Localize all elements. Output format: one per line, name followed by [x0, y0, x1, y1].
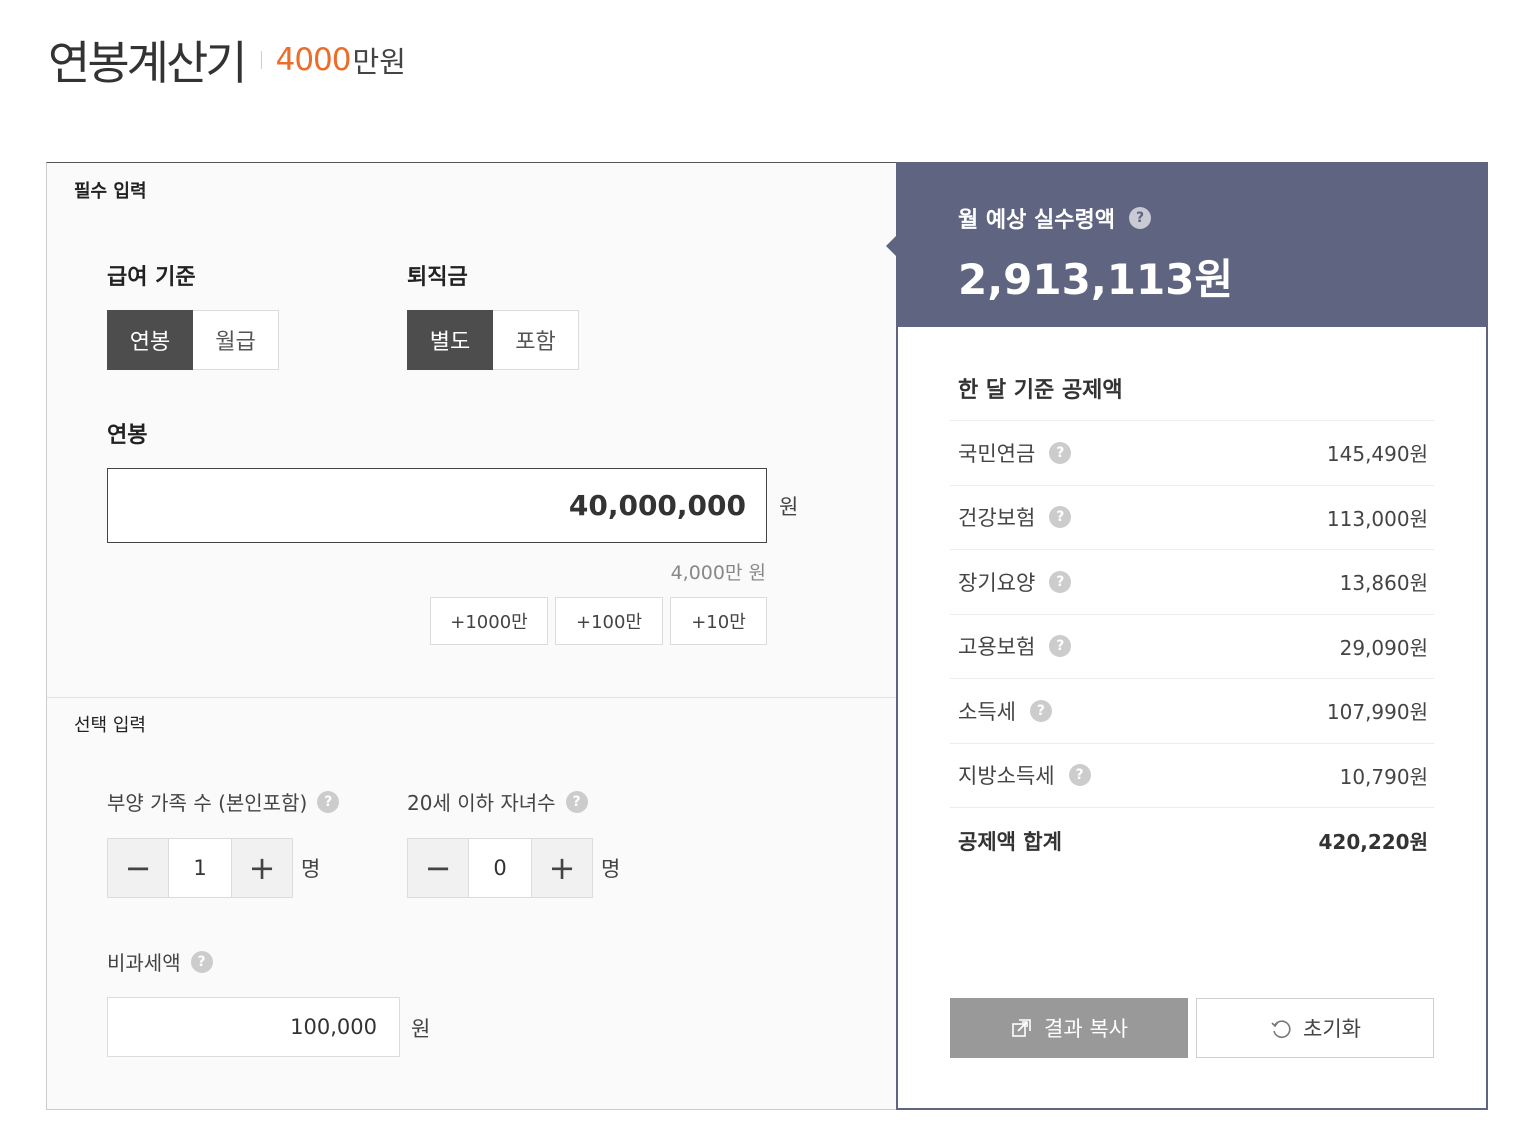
- deduction-name-text: 장기요양: [958, 570, 1036, 595]
- help-icon[interactable]: ?: [1068, 764, 1091, 787]
- page-title: 연봉계산기: [48, 36, 248, 90]
- result-pointer: [886, 234, 898, 258]
- deduction-amount: 10,790원: [1339, 764, 1428, 789]
- deduction-amount: 113,000원: [1326, 506, 1428, 531]
- deduction-name-text: 소득세: [958, 699, 1016, 724]
- help-icon[interactable]: ?: [1029, 699, 1052, 722]
- deduction-row-health: 건강보험 ? 113,000원: [950, 484, 1434, 550]
- deduction-row-longterm-care: 장기요양 ? 13,860원: [950, 549, 1434, 614]
- dependents-label-text: 부양 가족 수 (본인포함): [107, 791, 308, 815]
- deduction-amount: 107,990원: [1326, 700, 1428, 725]
- deduction-name: 건강보험 ?: [958, 502, 1072, 532]
- reset-button[interactable]: 초기화: [1196, 998, 1434, 1058]
- salary-unit: 원: [779, 495, 799, 519]
- nontax-unit: 원: [411, 1017, 431, 1041]
- deduction-amount: 13,860원: [1339, 571, 1428, 596]
- dependents-plus-button[interactable]: +: [232, 839, 292, 897]
- pay-basis-toggle: 연봉 월급: [107, 310, 279, 370]
- dependents-value[interactable]: 1: [168, 839, 232, 897]
- title-divider: [260, 51, 262, 69]
- children-plus-button[interactable]: +: [532, 839, 592, 897]
- children-label-text: 20세 이하 자녀수: [407, 791, 556, 815]
- reset-icon: [1271, 1020, 1291, 1038]
- add-1m-button[interactable]: +100만: [555, 597, 663, 645]
- required-section-title: 필수 입력: [74, 181, 147, 202]
- copy-result-label: 결과 복사: [1044, 1017, 1128, 1041]
- copy-result-button[interactable]: 결과 복사: [950, 998, 1188, 1058]
- help-icon[interactable]: ?: [1049, 570, 1072, 593]
- deduction-amount: 29,090원: [1339, 635, 1428, 660]
- deduction-name: 소득세 ?: [958, 696, 1052, 726]
- help-icon[interactable]: ?: [190, 950, 213, 973]
- nontax-label: 비과세액 ?: [107, 947, 213, 976]
- dependents-unit: 명: [301, 857, 321, 881]
- children-minus-button[interactable]: −: [408, 839, 468, 897]
- reset-label: 초기화: [1303, 1017, 1361, 1041]
- deduction-row-total: 공제액 합계 420,220원: [950, 807, 1434, 873]
- input-panel: 필수 입력 급여 기준 연봉 월급 퇴직금 별도 포함 연봉 40,000,00…: [46, 162, 897, 1110]
- children-label: 20세 이하 자녀수 ?: [407, 787, 588, 816]
- add-10m-button[interactable]: +1000만: [430, 597, 548, 645]
- deduction-title: 한 달 기준 공제액: [958, 378, 1123, 403]
- deduction-total-label: 공제액 합계: [958, 829, 1062, 854]
- optional-section-title: 선택 입력: [74, 715, 146, 736]
- severance-included-button[interactable]: 포함: [493, 310, 579, 370]
- result-header: 월 예상 실수령액 ? 2,913,113원: [886, 164, 1486, 327]
- deduction-name: 지방소득세 ?: [958, 760, 1091, 790]
- help-icon[interactable]: ?: [1129, 207, 1151, 229]
- pay-basis-annual-button[interactable]: 연봉: [107, 310, 193, 370]
- pay-basis-monthly-button[interactable]: 월급: [193, 310, 279, 370]
- deduction-total-amount: 420,220원: [1318, 830, 1429, 854]
- help-icon[interactable]: ?: [565, 790, 588, 813]
- monthly-net-value: 2,913,113원: [958, 255, 1234, 304]
- section-divider: [47, 697, 897, 698]
- deduction-name: 국민연금 ?: [958, 438, 1072, 468]
- deduction-name: 장기요양 ?: [958, 567, 1072, 597]
- deduction-row-local-tax: 지방소득세 ? 10,790원: [950, 742, 1434, 808]
- deduction-amount: 145,490원: [1326, 442, 1428, 467]
- monthly-net-label-text: 월 예상 실수령액: [958, 208, 1115, 233]
- title-amount: 4000: [275, 42, 352, 78]
- help-icon[interactable]: ?: [317, 790, 340, 813]
- monthly-net-label: 월 예상 실수령액 ?: [958, 202, 1151, 234]
- dependents-minus-button[interactable]: −: [108, 839, 168, 897]
- help-icon[interactable]: ?: [1049, 635, 1072, 658]
- deduction-row-income-tax: 소득세 ? 107,990원: [950, 678, 1434, 743]
- children-stepper: − 0 +: [407, 838, 593, 898]
- salary-label: 연봉: [107, 423, 148, 448]
- deduction-name-text: 고용보험: [958, 635, 1036, 660]
- help-icon[interactable]: ?: [1049, 506, 1072, 529]
- result-panel: 월 예상 실수령액 ? 2,913,113원 한 달 기준 공제액 국민연금 ?…: [886, 162, 1488, 1110]
- help-icon[interactable]: ?: [1049, 441, 1072, 464]
- page-header: 연봉계산기 4000 만원: [48, 30, 406, 90]
- nontax-input[interactable]: 100,000: [107, 997, 400, 1057]
- children-value[interactable]: 0: [468, 839, 532, 897]
- severance-label: 퇴직금: [407, 265, 468, 290]
- add-100k-button[interactable]: +10만: [670, 597, 767, 645]
- deduction-name-text: 지방소득세: [958, 764, 1055, 789]
- severance-toggle: 별도 포함: [407, 310, 579, 370]
- severance-separate-button[interactable]: 별도: [407, 310, 493, 370]
- dependents-stepper: − 1 +: [107, 838, 293, 898]
- result-actions: 결과 복사 초기화: [950, 998, 1434, 1058]
- title-unit: 만원: [352, 45, 406, 79]
- deduction-row-employment: 고용보험 ? 29,090원: [950, 613, 1434, 679]
- deduction-name: 고용보험 ?: [958, 631, 1072, 661]
- copy-icon: [1012, 1019, 1031, 1037]
- salary-hint: 4,000만 원: [670, 562, 766, 584]
- salary-input[interactable]: 40,000,000: [107, 468, 767, 543]
- dependents-label: 부양 가족 수 (본인포함) ?: [107, 787, 340, 816]
- children-unit: 명: [601, 857, 621, 881]
- nontax-label-text: 비과세액: [107, 951, 181, 975]
- deduction-list: 국민연금 ? 145,490원 건강보험 ? 113,000원 장기요양 ? 1…: [950, 420, 1434, 873]
- pay-basis-label: 급여 기준: [107, 265, 196, 290]
- salary-calculator: 필수 입력 급여 기준 연봉 월급 퇴직금 별도 포함 연봉 40,000,00…: [46, 162, 1488, 1110]
- deduction-row-pension: 국민연금 ? 145,490원: [950, 420, 1434, 485]
- deduction-name-text: 국민연금: [958, 441, 1036, 466]
- deduction-name-text: 건강보험: [958, 506, 1036, 531]
